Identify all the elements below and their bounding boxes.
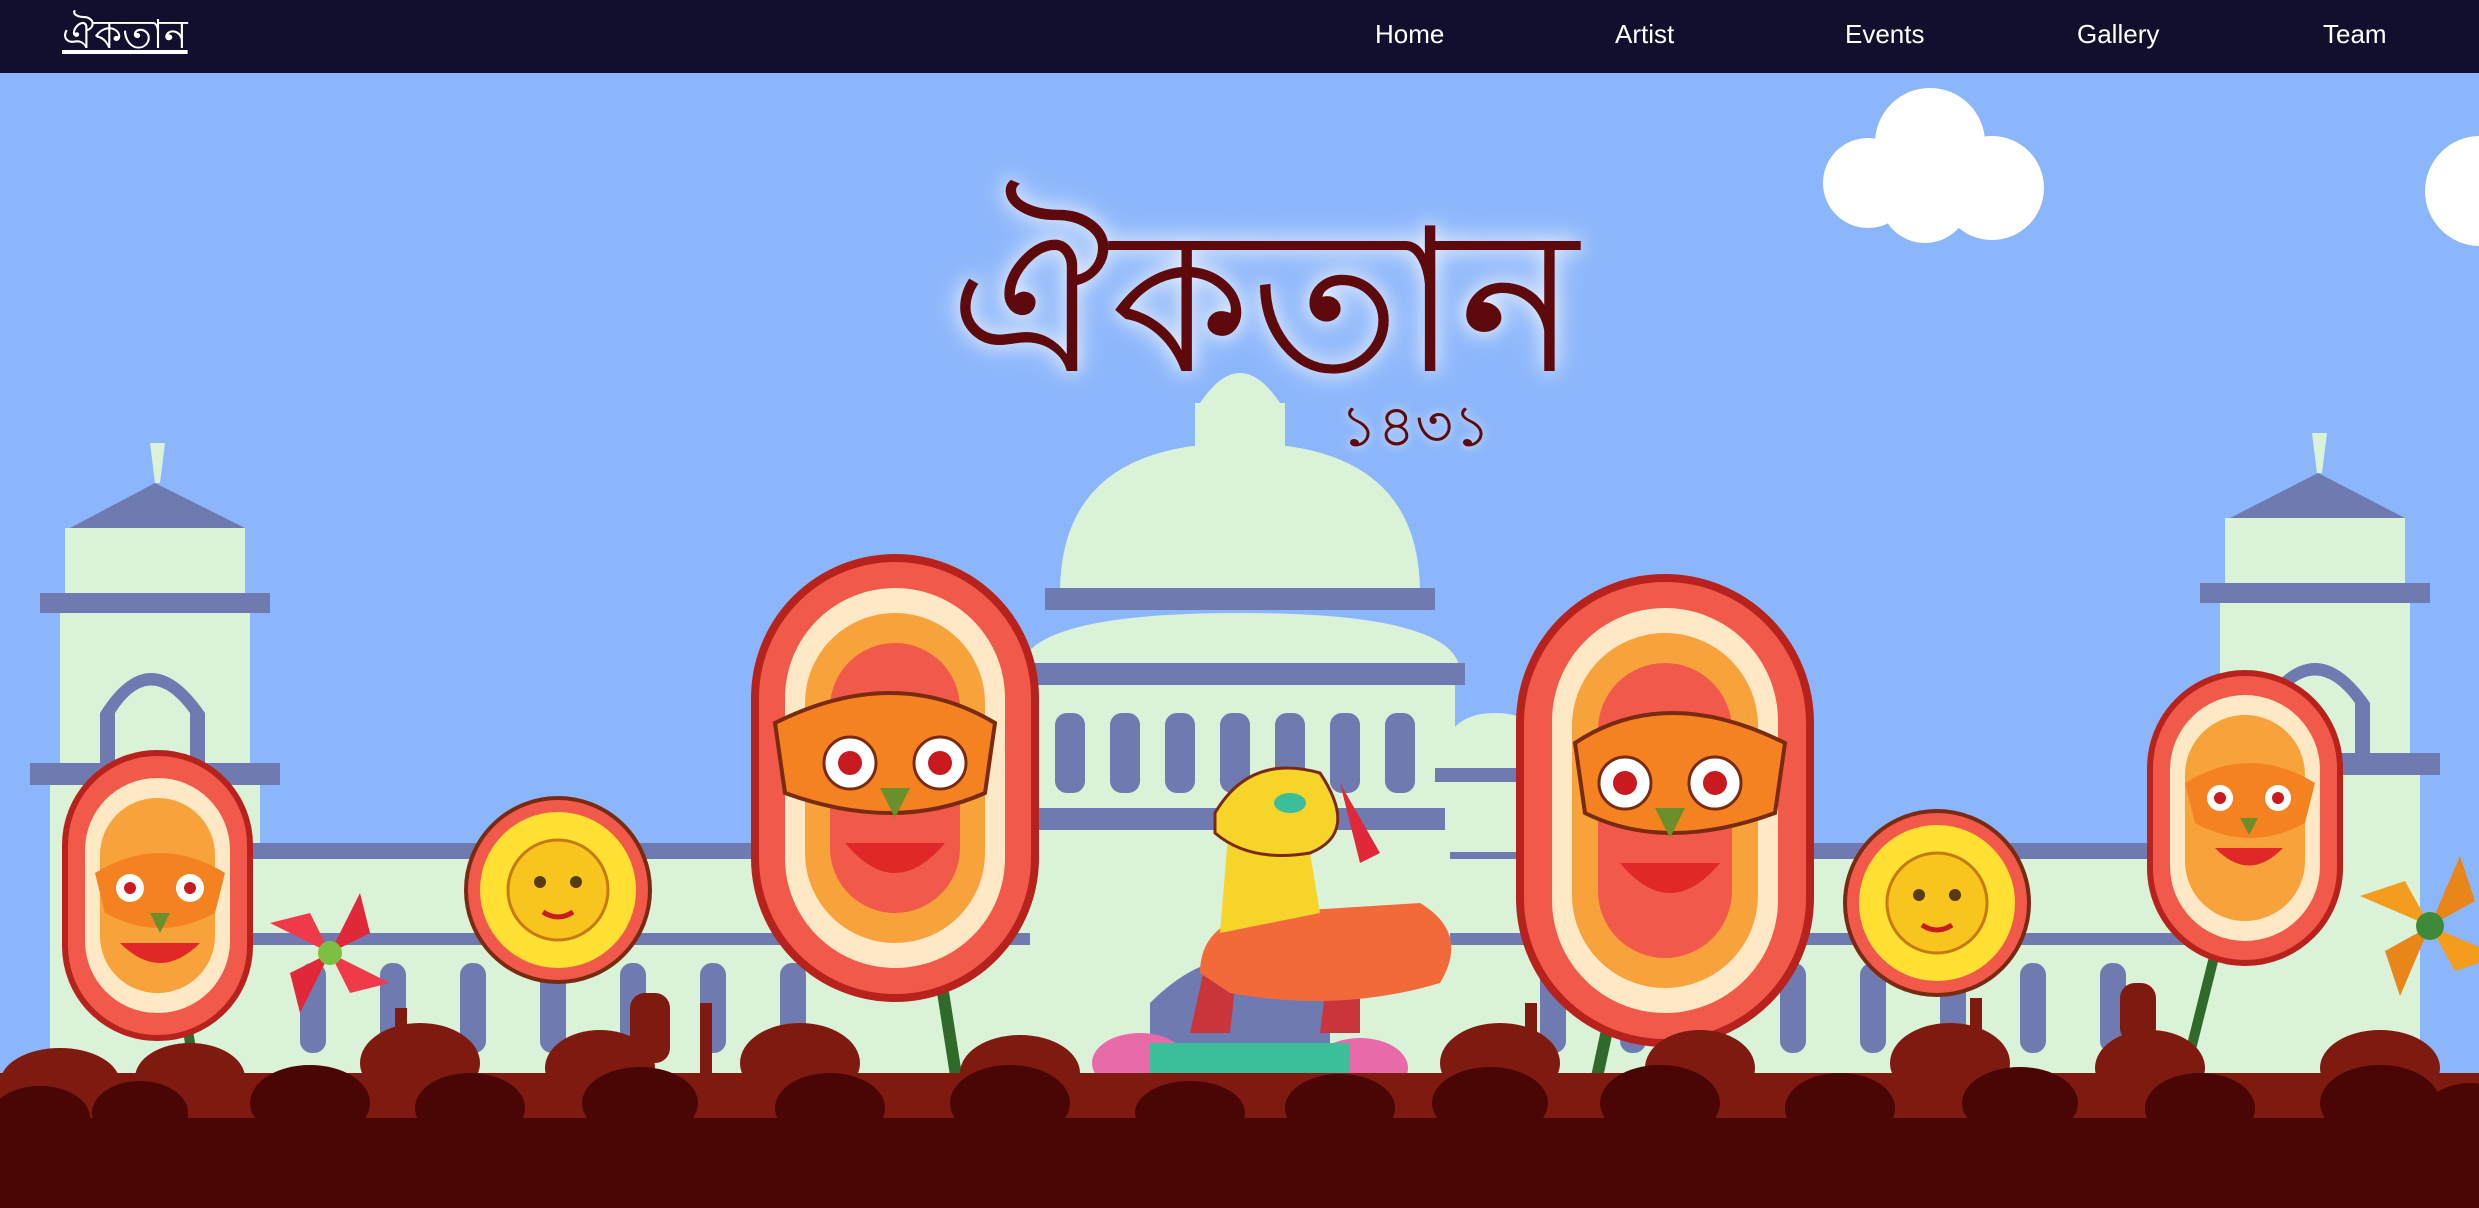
nav-link-events[interactable]: Events (1845, 0, 1925, 73)
site-logo[interactable]: ঐকতান (62, 4, 188, 66)
nav-link-artist[interactable]: Artist (1615, 0, 1674, 73)
cloud-illustration-edge (2425, 136, 2479, 246)
sun-mask-right-illustration (1843, 809, 2031, 997)
nav-link-team[interactable]: Team (2323, 0, 2387, 73)
building-illustration (30, 373, 2440, 1135)
cloud-illustration (1823, 88, 2044, 243)
hero-title: ঐকতান (950, 186, 1579, 419)
nav-link-home[interactable]: Home (1375, 0, 1444, 73)
hero-year: ১৪৩১ (1340, 392, 1491, 460)
hero-banner: ঐকতান ১৪৩১ (0, 73, 2479, 1208)
sun-mask-left-illustration (464, 796, 652, 984)
top-navbar: ঐকতান Home Artist Events Gallery Team (0, 0, 2479, 73)
nav-link-gallery[interactable]: Gallery (2077, 0, 2159, 73)
